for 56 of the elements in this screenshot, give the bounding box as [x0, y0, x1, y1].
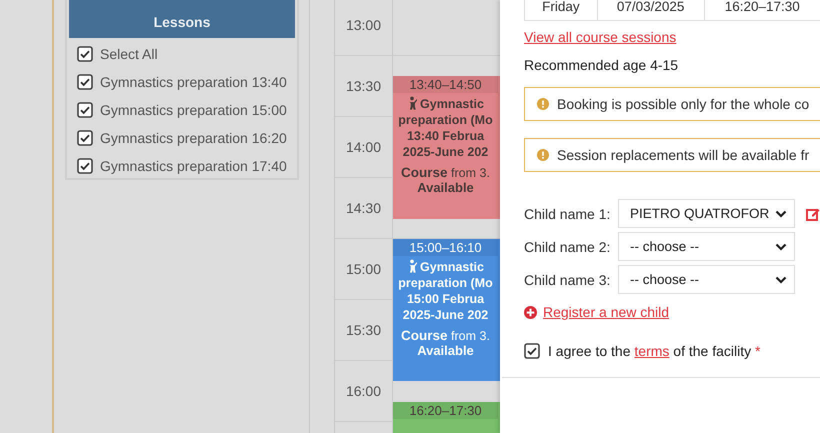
checkbox[interactable] — [77, 130, 93, 146]
lesson-option[interactable]: Gymnastics preparation 15:00 — [100, 102, 287, 118]
lesson-option[interactable]: Gymnastics preparation 13:40 — [100, 74, 287, 90]
child-select[interactable]: -- choose -- — [618, 232, 795, 261]
add-icon[interactable] — [524, 306, 537, 318]
time-label: 15:30 — [346, 322, 382, 338]
event-price: Course from 3. — [400, 165, 491, 180]
notice-text: Booking is possible only for the whole co — [557, 96, 810, 112]
checkbox[interactable] — [77, 74, 93, 90]
event-price: Course from 3. — [400, 328, 491, 343]
field-label: Child name 1: — [524, 206, 612, 222]
terms-link[interactable]: terms — [634, 343, 670, 359]
field-label: Child name 3: — [524, 272, 612, 288]
checkbox[interactable] — [77, 46, 93, 62]
chevron-icon — [775, 276, 787, 284]
event-time: 13:40–14:50 — [393, 76, 498, 94]
table-cell: 16:20–17:30 — [704, 0, 820, 20]
time-label: 13:00 — [346, 17, 382, 33]
event-status: Available — [416, 180, 475, 196]
table-cell: Friday — [524, 0, 597, 20]
person-icon — [407, 96, 418, 110]
age-text: Recommended age 4-15 — [524, 57, 680, 73]
notice-text: Session replacements will be available fr — [557, 147, 810, 163]
lesson-option[interactable]: Gymnastics preparation 17:40 — [100, 158, 287, 174]
time-label: 13:30 — [346, 78, 382, 94]
panel-header: Lessons — [69, 0, 295, 38]
person-icon — [407, 259, 418, 273]
field-label: Child name 2: — [524, 238, 612, 254]
info-icon — [537, 98, 549, 110]
event-card[interactable]: 16:20–17:30 — [393, 402, 503, 433]
time-label: 16:00 — [346, 383, 382, 399]
event-status: Available — [416, 343, 475, 358]
register-link[interactable]: Register a new child — [543, 304, 670, 320]
chevron-icon — [775, 210, 787, 218]
lesson-option[interactable]: Gymnastics preparation 16:20 — [100, 130, 287, 146]
agreement-text: I agree to the terms of the facility * — [548, 343, 760, 359]
event-time: 15:00–16:10 — [393, 239, 498, 256]
edit-icon[interactable] — [806, 206, 820, 220]
child-select[interactable]: PIETRO QUATROFOR — [618, 199, 795, 228]
sessions-link[interactable]: View all course sessions — [524, 29, 676, 45]
checkbox[interactable] — [524, 343, 540, 359]
time-label: 14:00 — [346, 139, 382, 155]
event-title: Gymnastic preparation (Mo 13:40 Februa 2025-June 202 — [397, 96, 494, 160]
checkbox[interactable] — [77, 158, 93, 174]
time-label: 14:30 — [346, 200, 382, 216]
chevron-icon — [775, 242, 787, 250]
time-label: 15:00 — [346, 261, 382, 277]
event-card[interactable]: 15:00–16:10 Gymnastic preparation (Mo 15:00 Februa 2025-June 202 Course from 3. Available — [393, 239, 503, 382]
event-card[interactable]: 13:40–14:50 Gymnastic preparation (Mo 13:40 Februa 2025-June 202 Course from 3. Available — [393, 76, 503, 219]
event-time: 16:20–17:30 — [393, 402, 498, 419]
table-cell: 07/03/2025 — [596, 0, 704, 20]
checkbox[interactable] — [77, 102, 93, 118]
event-title: Gymnastic preparation (Mo 15:00 Februa 2025-June 202 — [397, 259, 494, 323]
info-icon — [537, 149, 549, 161]
lesson-option[interactable]: Select All — [100, 46, 158, 62]
child-select[interactable]: -- choose -- — [618, 265, 795, 294]
